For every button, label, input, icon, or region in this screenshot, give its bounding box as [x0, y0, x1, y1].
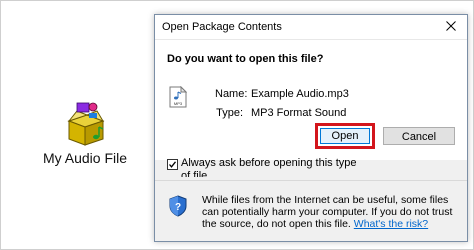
close-button[interactable]	[435, 15, 467, 39]
open-package-dialog: Open Package Contents Do you want to ope…	[154, 14, 468, 242]
always-ask-label[interactable]: Always ask before opening this type of f…	[181, 157, 357, 177]
svg-text:MP3: MP3	[174, 101, 183, 106]
file-name-value: Example Audio.mp3	[251, 88, 349, 100]
dialog-divider	[155, 180, 467, 181]
screenshot-frame: My Audio File Open Package Contents Do y…	[0, 0, 474, 250]
dialog-question: Do you want to open this file?	[167, 53, 324, 65]
file-type-label: Type:	[216, 107, 243, 119]
dialog-titlebar[interactable]: Open Package Contents	[155, 15, 467, 40]
whats-the-risk-link[interactable]: What's the risk?	[354, 218, 428, 230]
always-ask-checkbox[interactable]	[167, 159, 178, 170]
file-name-label: Name:	[215, 88, 248, 100]
svg-text:?: ?	[175, 202, 181, 213]
open-button[interactable]: Open	[320, 128, 370, 144]
security-warning: While files from the Internet can be use…	[202, 194, 464, 230]
file-type-value: MP3 Format Sound	[251, 107, 347, 119]
cancel-button[interactable]: Cancel	[383, 127, 455, 145]
audio-package-icon[interactable]	[63, 99, 107, 149]
shield-icon: ?	[169, 195, 187, 217]
mp3-file-icon: MP3	[169, 85, 188, 108]
close-icon	[446, 18, 456, 36]
dialog-title: Open Package Contents	[162, 21, 282, 33]
desktop-icon-label[interactable]: My Audio File	[23, 150, 147, 166]
always-ask-row: Always ask before opening this type of f…	[167, 157, 357, 177]
